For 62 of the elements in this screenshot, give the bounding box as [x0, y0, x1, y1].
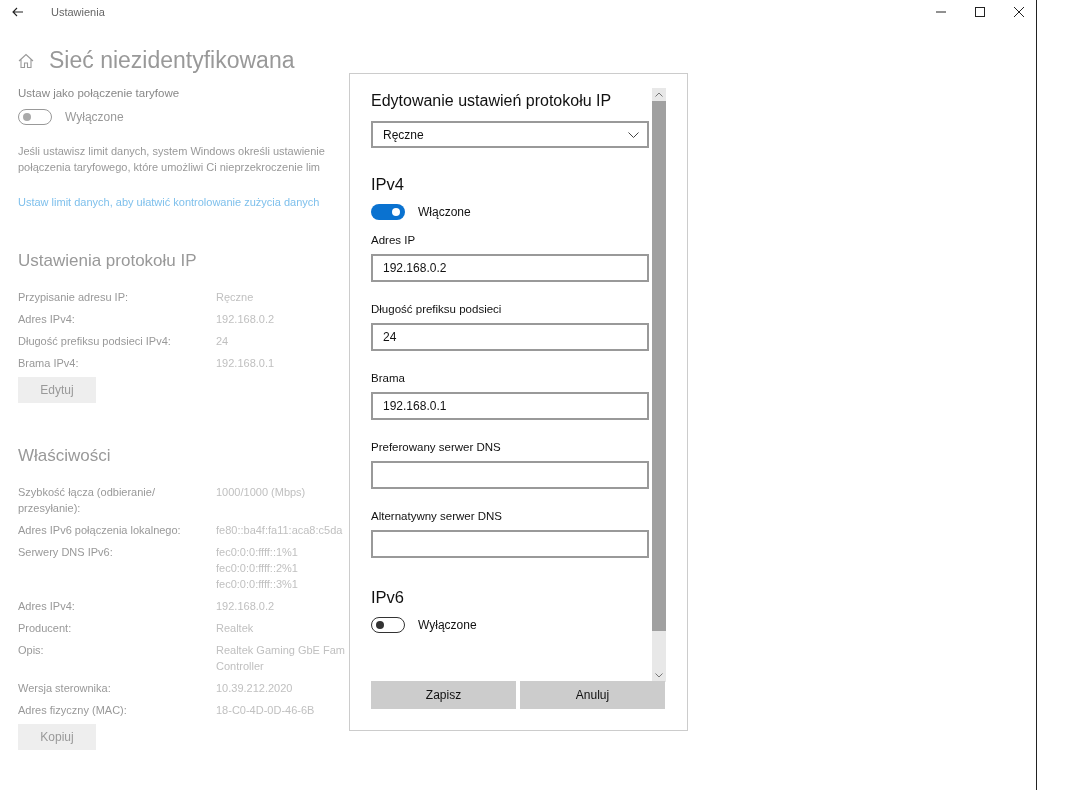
toggle-switch[interactable] — [371, 204, 405, 220]
toggle-state: Włączone — [418, 205, 471, 219]
field-label: Preferowany serwer DNS — [371, 441, 502, 453]
property-label: Przypisanie adresu IP: — [18, 290, 130, 305]
window-title: Ustawienia — [51, 6, 105, 18]
input-field[interactable] — [371, 530, 649, 558]
input-field[interactable]: 192.168.0.2 — [371, 254, 649, 282]
property-label: Brama IPv4: — [18, 356, 80, 371]
property-value: Ręczne — [216, 290, 254, 305]
chevron-down-icon — [628, 131, 639, 138]
dialog-title: Edytowanie ustawień protokołu IP — [371, 92, 613, 110]
property-value: Controller — [216, 659, 265, 674]
input-field[interactable]: 192.168.0.1 — [371, 392, 649, 420]
input-field[interactable] — [371, 461, 649, 489]
property-value: Realtek — [216, 621, 254, 636]
property-label: Adres IPv4: — [18, 312, 76, 327]
property-label: Serwery DNS IPv6: — [18, 545, 114, 560]
field-label: Alternatywny serwer DNS — [371, 510, 503, 522]
toggle-state: Wyłączone — [418, 618, 477, 632]
scroll-down-icon[interactable] — [655, 673, 663, 678]
field-label: Długość prefiksu podsieci — [371, 303, 503, 315]
page-title: Sieć niezidentyfikowana — [49, 47, 295, 74]
assignment-dropdown[interactable]: Ręczne — [371, 121, 649, 148]
property-value: fec0:0:0:ffff::2%1 — [216, 561, 298, 576]
property-label: Wersja sterownika: — [18, 681, 112, 696]
property-value: 10.39.212.2020 — [216, 681, 293, 696]
input-field[interactable]: 24 — [371, 323, 649, 351]
property-label: Długość prefiksu podsieci IPv4: — [18, 334, 172, 349]
property-value: 192.168.0.2 — [216, 312, 275, 327]
property-value: 1000/1000 (Mbps) — [216, 485, 306, 500]
back-arrow-icon[interactable] — [12, 7, 24, 17]
property-value: Realtek Gaming GbE Fam — [216, 643, 345, 658]
section-heading: Ustawienia protokołu IP — [18, 251, 198, 271]
section-heading: IPv6 — [371, 588, 406, 607]
property-value: 192.168.0.1 — [216, 356, 275, 371]
description-text: połączenia taryfowego, które umożliwi Ci nieprzekroczenie lim — [18, 160, 322, 175]
property-value: 24 — [216, 334, 229, 349]
field-label: Adres IP — [371, 234, 417, 246]
property-label: Szybkość łącza (odbieranie/ przesyłanie): — [18, 485, 156, 516]
property-value: fe80::ba4f:fa11:aca8:c5da — [216, 523, 343, 538]
property-value: fec0:0:0:ffff::3%1 — [216, 577, 298, 592]
description-text: Jeśli ustawisz limit danych, system Windows określi ustawienie — [18, 144, 326, 159]
property-label: Opis: — [18, 643, 45, 658]
property-value: 18-C0-4D-0D-46-6B — [216, 703, 315, 718]
section-heading: Właściwości — [18, 446, 112, 466]
dialog-button[interactable]: Anuluj — [520, 681, 665, 709]
property-label: Adres fizyczny (MAC): — [18, 703, 128, 718]
toggle-state: Wyłączone — [65, 110, 124, 124]
home-icon[interactable] — [18, 52, 34, 69]
property-label: Adres IPv4: — [18, 599, 76, 614]
scrollbar[interactable] — [652, 88, 666, 682]
property-label: Producent: — [18, 621, 73, 636]
scroll-up-icon[interactable] — [655, 92, 663, 97]
property-value: fec0:0:0:ffff::1%1 — [216, 545, 298, 560]
section-heading: IPv4 — [371, 175, 406, 194]
maximize-icon[interactable] — [975, 7, 985, 17]
dialog-button[interactable]: Zapisz — [371, 681, 516, 709]
property-value: 192.168.0.2 — [216, 599, 275, 614]
metered-label: Ustaw jako połączenie taryfowe — [18, 87, 181, 99]
close-icon[interactable] — [1014, 7, 1024, 17]
field-label: Brama — [371, 372, 406, 384]
property-label: Adres IPv6 połączenia lokalnego: — [18, 523, 182, 538]
